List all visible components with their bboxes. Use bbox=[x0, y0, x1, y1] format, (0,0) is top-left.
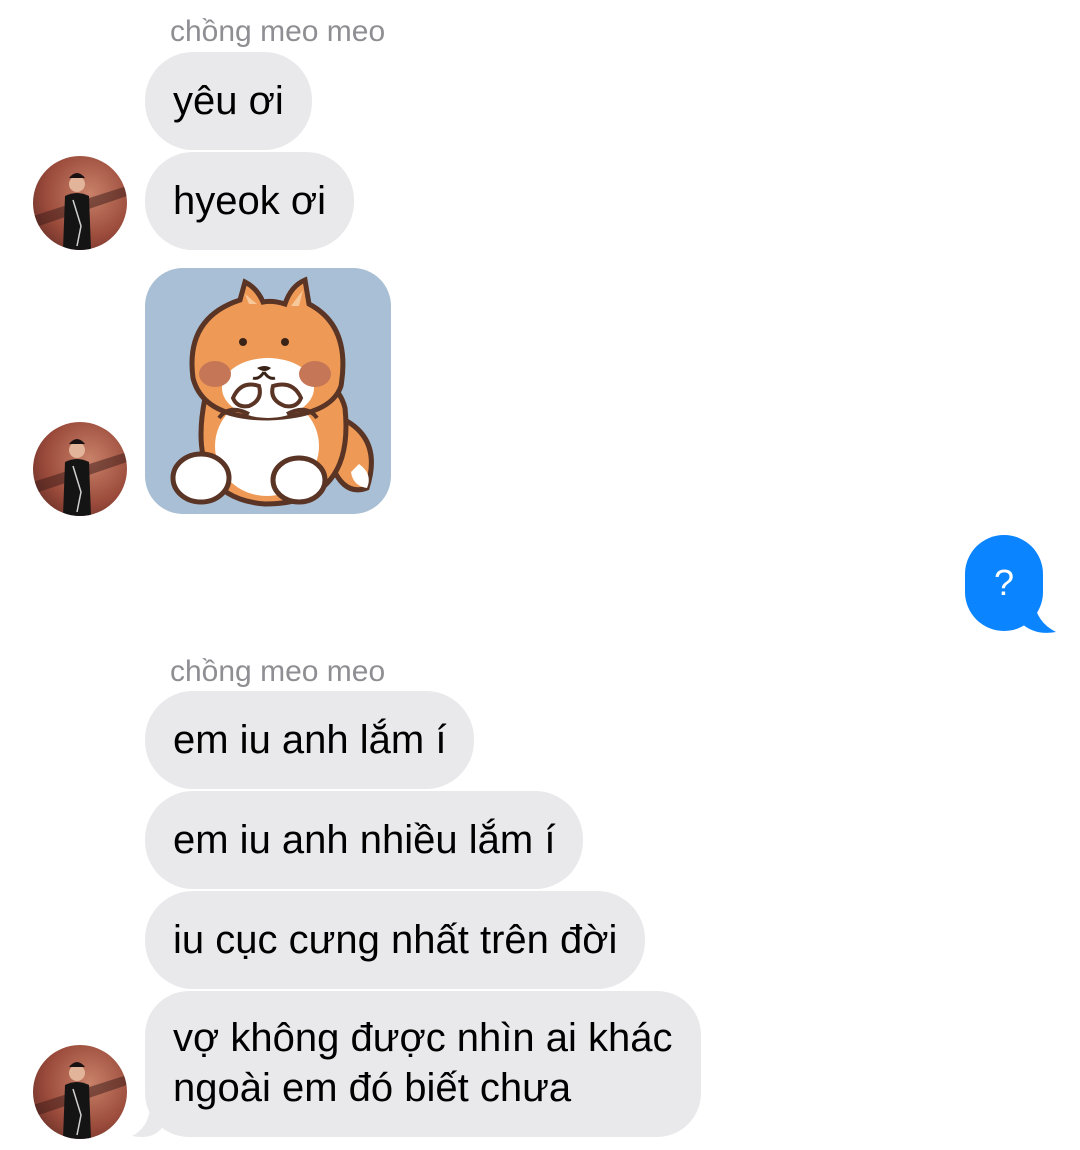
message-bubble[interactable]: vợ không được nhìn ai khác ngoài em đó b… bbox=[145, 991, 701, 1137]
avatar-photo-icon bbox=[33, 156, 127, 250]
message-text: ? bbox=[993, 562, 1015, 603]
message-text: hyeok ơi bbox=[173, 179, 326, 223]
bubble-tail-icon bbox=[132, 1108, 162, 1137]
message-bubble[interactable]: hyeok ơi bbox=[145, 152, 354, 250]
message-text: yêu ơi bbox=[173, 79, 284, 123]
message-bubble[interactable]: em iu anh lắm í bbox=[145, 691, 475, 789]
message-text: iu cục cưng nhất trên đời bbox=[173, 918, 618, 962]
avatar[interactable] bbox=[33, 156, 127, 250]
message-text-line: vợ không được nhìn ai khác bbox=[173, 1016, 673, 1060]
bubble-tail-icon bbox=[1020, 600, 1056, 633]
shiba-dog-sticker-icon bbox=[145, 268, 391, 514]
avatar-photo-icon bbox=[33, 422, 127, 516]
message-bubble[interactable]: em iu anh nhiều lắm í bbox=[145, 791, 584, 889]
sender-name: chồng meo meo bbox=[170, 15, 386, 48]
message-text: em iu anh lắm í bbox=[173, 718, 447, 762]
sticker[interactable] bbox=[145, 268, 391, 514]
message-bubble[interactable]: iu cục cưng nhất trên đời bbox=[145, 891, 646, 989]
message-text: em iu anh nhiều lắm í bbox=[173, 818, 556, 862]
avatar-photo-icon bbox=[33, 1045, 127, 1139]
avatar[interactable] bbox=[33, 1045, 127, 1139]
message-text-line: ngoài em đó biết chưa bbox=[173, 1066, 572, 1110]
sender-name: chồng meo meo bbox=[170, 655, 386, 688]
avatar[interactable] bbox=[33, 422, 127, 516]
message-bubble[interactable]: yêu ơi bbox=[145, 52, 312, 150]
